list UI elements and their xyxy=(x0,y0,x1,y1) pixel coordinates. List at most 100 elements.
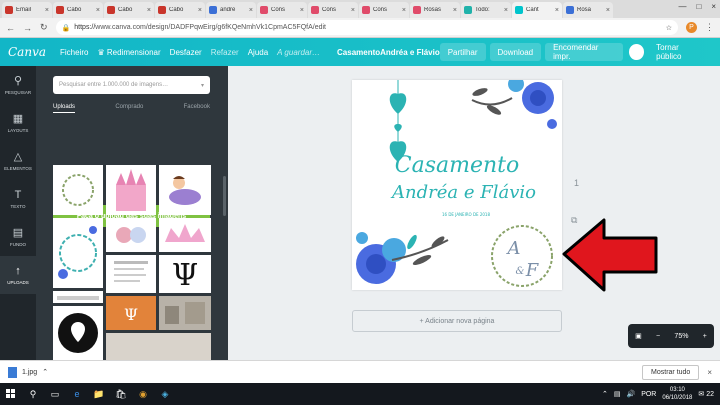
rail-item-elements[interactable]: △ ELEMENTOS xyxy=(0,142,36,180)
browser-tab[interactable]: Email × xyxy=(2,2,52,18)
menu-help[interactable]: Ajuda xyxy=(248,48,268,57)
rail-label: PESQUISAR xyxy=(4,89,32,95)
rail-item-uploads[interactable]: ↑ UPLOADS xyxy=(0,256,36,294)
tab-close-icon[interactable]: × xyxy=(402,7,406,14)
file-explorer-icon[interactable]: 📁 xyxy=(88,383,110,405)
task-view-icon[interactable]: ▭ xyxy=(44,383,66,405)
windows-start-icon[interactable] xyxy=(0,389,22,399)
chrome-icon[interactable]: ◉ xyxy=(132,383,154,405)
star-icon[interactable]: ☆ xyxy=(666,24,672,32)
browser-tab[interactable]: Cons × xyxy=(257,2,307,18)
panel-scrollbar[interactable] xyxy=(223,176,226,216)
tab-close-icon[interactable]: × xyxy=(45,7,49,14)
tab-close-icon[interactable]: × xyxy=(147,7,151,14)
tab-close-icon[interactable]: × xyxy=(504,7,508,14)
rail-item-text[interactable]: T TEXTO xyxy=(0,180,36,218)
menu-redo[interactable]: Refazer xyxy=(211,48,239,57)
tab-close-icon[interactable]: × xyxy=(351,7,355,14)
upload-thumb-castle[interactable] xyxy=(106,165,156,215)
extension-icon[interactable]: P xyxy=(686,22,697,33)
order-print-button[interactable]: Encomendar impr. xyxy=(545,43,623,61)
forward-icon[interactable]: → xyxy=(23,23,32,33)
browser-tab[interactable]: Rosas × xyxy=(410,2,460,18)
tab-close-icon[interactable]: × xyxy=(300,7,304,14)
rail-item-background[interactable]: ▤ FUNDO xyxy=(0,218,36,256)
upload-thumb-strip[interactable] xyxy=(53,291,103,303)
reload-icon[interactable]: ↻ xyxy=(40,22,48,33)
language-indicator[interactable]: POR xyxy=(641,391,656,398)
address-bar[interactable]: 🔒 https://www.canva.com/design/DADFPqwEi… xyxy=(55,20,678,35)
show-all-button[interactable]: Mostrar tudo xyxy=(642,364,700,380)
network-icon[interactable]: ▤ xyxy=(614,390,621,398)
browser-tab[interactable]: Cabo × xyxy=(155,2,205,18)
tab-uploads[interactable]: Uploads xyxy=(53,104,76,113)
rail-item-search[interactable]: ⚲ PESQUISAR xyxy=(0,66,36,104)
upload-thumb-bottom[interactable] xyxy=(106,333,211,360)
download-item[interactable]: 1.jpg ⌃ xyxy=(8,366,48,378)
search-icon[interactable]: ⚲ xyxy=(22,383,44,405)
volume-icon[interactable]: 🔊 xyxy=(626,390,635,398)
browser-tab[interactable]: andre × xyxy=(206,2,256,18)
back-icon[interactable]: ← xyxy=(6,23,15,33)
design-title-line2: Andréa e Flávio xyxy=(390,182,536,203)
tab-label: Rosa xyxy=(577,7,592,13)
app-icon[interactable]: ◈ xyxy=(154,383,176,405)
store-icon[interactable]: 🛍 xyxy=(110,383,132,405)
image-search-input[interactable]: Pesquisar entre 1.000.000 de imagens… ▾ xyxy=(53,76,210,94)
tab-close-icon[interactable]: × xyxy=(198,7,202,14)
add-page-button[interactable]: + Adicionar nova página xyxy=(352,310,562,332)
zoom-level[interactable]: 75% xyxy=(674,333,688,340)
menu-icon[interactable]: ⋮ xyxy=(705,22,714,33)
download-button[interactable]: Download xyxy=(489,43,542,61)
menu-undo[interactable]: Desfazer xyxy=(170,48,202,57)
browser-tab[interactable]: Cabo × xyxy=(53,2,103,18)
tab-close-icon[interactable]: × xyxy=(96,7,100,14)
upload-thumb-wreath[interactable] xyxy=(53,165,103,215)
present-icon[interactable]: ▣ xyxy=(635,332,642,340)
upload-thumb-orange[interactable]: Ψ xyxy=(106,296,156,330)
zoom-out-button[interactable]: − xyxy=(656,333,660,340)
notifications-icon[interactable]: ✉ 22 xyxy=(698,390,714,398)
design-page[interactable]: Casamento Andréa e Flávio 16 DE JANEIRO … xyxy=(352,80,562,290)
minimize-button[interactable]: — xyxy=(678,2,686,11)
browser-tab[interactable]: Cons × xyxy=(308,2,358,18)
upload-thumb-card[interactable] xyxy=(106,218,156,252)
upload-thumb-tiara[interactable] xyxy=(159,218,211,252)
tab-close-icon[interactable]: × xyxy=(453,7,457,14)
menu-resize[interactable]: ♛ Redimensionar xyxy=(97,48,160,57)
upload-thumb-invite[interactable] xyxy=(53,218,103,288)
upload-thumb-princess[interactable] xyxy=(159,165,211,215)
card-image xyxy=(116,227,146,243)
share-button[interactable]: Partilhar xyxy=(439,43,486,61)
menu-file[interactable]: Ficheiro xyxy=(60,48,88,57)
close-window-button[interactable]: × xyxy=(711,2,716,11)
tab-close-icon[interactable]: × xyxy=(555,7,559,14)
edge-icon[interactable]: e xyxy=(66,383,88,405)
monogram-a: A xyxy=(506,238,521,259)
avatar[interactable] xyxy=(628,44,645,60)
zoom-in-button[interactable]: + xyxy=(703,333,707,340)
svg-text:Ψ: Ψ xyxy=(172,258,198,293)
canva-logo[interactable]: Canva xyxy=(8,45,46,59)
browser-tab[interactable]: Todo: × xyxy=(461,2,511,18)
browser-tab[interactable]: Cant × xyxy=(512,2,562,18)
tab-facebook[interactable]: Facebook xyxy=(184,104,210,113)
chevron-up-icon[interactable]: ⌃ xyxy=(602,390,608,398)
chevron-up-icon[interactable]: ⌃ xyxy=(42,368,48,376)
tab-close-icon[interactable]: × xyxy=(606,7,610,14)
clock[interactable]: 03:10 06/10/2018 xyxy=(662,386,692,402)
upload-thumb-location[interactable] xyxy=(53,306,103,360)
upload-thumb-photo[interactable] xyxy=(159,296,211,330)
make-public-button[interactable]: Tornar público xyxy=(648,43,712,61)
tab-purchased[interactable]: Comprado xyxy=(115,104,143,113)
tab-close-icon[interactable]: × xyxy=(249,7,253,14)
browser-tab[interactable]: Cabo × xyxy=(104,2,154,18)
design-title[interactable]: CasamentoAndréa e Flávio xyxy=(337,48,440,57)
close-icon[interactable]: × xyxy=(707,368,712,377)
upload-thumb-document[interactable] xyxy=(106,255,156,293)
maximize-button[interactable]: □ xyxy=(696,2,701,11)
rail-item-layouts[interactable]: ▦ LAYOUTS xyxy=(0,104,36,142)
upload-thumb-psi[interactable]: Ψ xyxy=(159,255,211,293)
browser-tab[interactable]: Rosa × xyxy=(563,2,613,18)
browser-tab[interactable]: Cons × xyxy=(359,2,409,18)
